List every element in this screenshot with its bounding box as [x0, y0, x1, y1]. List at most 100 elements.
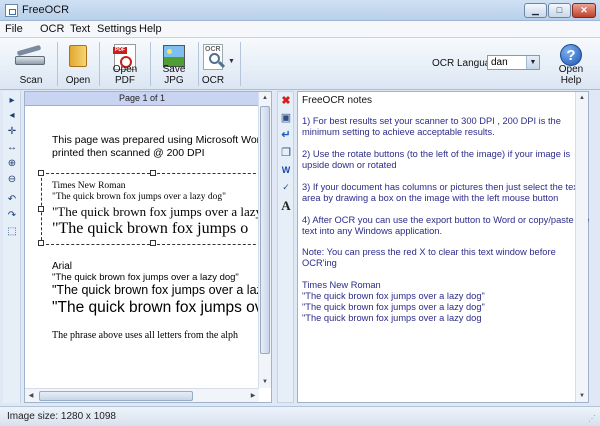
- scan-line: Arial: [52, 261, 73, 272]
- scanned-page[interactable]: This page was prepared using Microsoft W…: [25, 107, 259, 389]
- resize-handle[interactable]: [38, 240, 44, 246]
- resize-handle[interactable]: [150, 240, 156, 246]
- scroll-down-icon[interactable]: ▼: [259, 376, 271, 388]
- ocr-badge: OCR: [205, 46, 221, 53]
- pointer-left-icon[interactable]: ◂: [5, 109, 19, 122]
- resize-handle[interactable]: [150, 170, 156, 176]
- notes-line: area by drawing a box on the image with …: [302, 193, 559, 203]
- menu-file[interactable]: File: [5, 23, 23, 35]
- notes-line: "The quick brown fox jumps over a lazy d…: [302, 313, 482, 323]
- resize-handle[interactable]: [38, 206, 44, 212]
- notes-line: 4) After OCR you can use the export butt…: [302, 215, 590, 225]
- menu-settings[interactable]: Settings: [97, 23, 137, 35]
- scan-line: This page was prepared using Microsoft W…: [52, 134, 259, 146]
- scan-line: The phrase above uses all letters from t…: [52, 330, 239, 341]
- status-bar: Image size: 1280 x 1098 ⋰: [0, 406, 600, 426]
- pointer-right-icon[interactable]: ▸: [5, 94, 19, 107]
- scan-line: "The quick brown fox jumps over a lazy d…: [52, 283, 259, 297]
- move-icon[interactable]: ✛: [5, 125, 19, 138]
- image-tools-panel: ▸ ◂ ✛ ↔ ⊕ ⊖ ↶ ↷ ⬚: [3, 91, 21, 403]
- scroll-down-icon[interactable]: ▼: [576, 390, 588, 402]
- spellcheck-icon[interactable]: ✓: [279, 181, 293, 194]
- zoom-out-icon[interactable]: ⊖: [5, 173, 19, 186]
- scan-line: "The quick brown fox jumps ov: [52, 299, 259, 316]
- pdf-badge: PDF: [113, 47, 127, 54]
- menu-ocr[interactable]: OCR: [40, 23, 64, 35]
- open-help-label: Open Help: [558, 64, 584, 86]
- minimize-button[interactable]: ▁: [524, 3, 547, 18]
- open-pdf-button[interactable]: PDF Open PDF: [102, 41, 148, 87]
- notes-title: FreeOCR notes: [302, 95, 373, 106]
- fit-width-icon[interactable]: ↔: [5, 141, 19, 154]
- save-jpg-label: Save JPG: [162, 64, 186, 86]
- help-icon: ?: [560, 44, 582, 66]
- image-pane[interactable]: Page 1 of 1 This page was prepared using…: [24, 91, 272, 403]
- rotate-left-icon[interactable]: ↶: [5, 193, 19, 206]
- app-icon: [5, 4, 18, 17]
- image-vertical-scrollbar[interactable]: ▲ ▼: [258, 92, 271, 388]
- scan-button[interactable]: Scan: [8, 41, 54, 87]
- scroll-right-icon[interactable]: ▶: [247, 390, 259, 402]
- ocr-button[interactable]: OCR OCR: [200, 41, 226, 87]
- toolbar-separator: [150, 42, 151, 86]
- title-bar: FreeOCR ▁ □ ✕: [0, 0, 600, 21]
- select-area-icon[interactable]: ⬚: [5, 225, 19, 238]
- notes-line: "The quick brown fox jumps over a lazy d…: [302, 302, 485, 312]
- notes-line: 2) Use the rotate buttons (to the left o…: [302, 149, 571, 159]
- maximize-button[interactable]: □: [548, 3, 571, 18]
- notes-line: minimum setting to achieve acceptable re…: [302, 127, 495, 137]
- toolbar-separator: [198, 42, 199, 86]
- scanner-icon: [15, 44, 45, 67]
- selection-box[interactable]: [38, 170, 259, 246]
- notes-line: 1) For best results set your scanner to …: [302, 116, 561, 126]
- scan-line: "The quick brown fox jumps over a lazy d…: [52, 272, 239, 283]
- page-indicator: Page 1 of 1: [25, 92, 259, 106]
- menu-text[interactable]: Text: [70, 23, 90, 35]
- ocr-text-pane[interactable]: FreeOCR notes 1) For best results set yo…: [297, 91, 589, 403]
- scroll-up-icon[interactable]: ▲: [259, 92, 271, 104]
- window-title: FreeOCR: [22, 4, 70, 16]
- clear-text-icon[interactable]: ✖: [279, 95, 293, 108]
- font-icon[interactable]: A: [279, 199, 293, 212]
- close-button[interactable]: ✕: [572, 3, 596, 18]
- notes-line: "The quick brown fox jumps over a lazy d…: [302, 291, 485, 301]
- save-jpg-button[interactable]: Save JPG: [152, 41, 196, 87]
- notes-line: upside down or rotated: [302, 160, 397, 170]
- scroll-thumb[interactable]: [260, 106, 270, 354]
- ocr-language-select[interactable]: dan ▼: [487, 55, 540, 70]
- scroll-thumb[interactable]: [39, 391, 193, 401]
- rotate-right-icon[interactable]: ↷: [5, 209, 19, 222]
- zoom-in-icon[interactable]: ⊕: [5, 157, 19, 170]
- menu-bar: File OCR Text Settings Help: [0, 21, 600, 38]
- notes-line: OCR'ing: [302, 258, 337, 268]
- notes-line: Times New Roman: [302, 280, 381, 290]
- scan-label: Scan: [19, 75, 43, 86]
- copy-icon[interactable]: ❐: [279, 147, 293, 160]
- return-icon[interactable]: ↵: [279, 129, 293, 142]
- menu-help[interactable]: Help: [139, 23, 162, 35]
- resize-grip-icon[interactable]: ⋰: [588, 414, 598, 424]
- open-help-button[interactable]: ? Open Help: [548, 41, 594, 87]
- save-text-icon[interactable]: ▣: [279, 112, 293, 125]
- text-tools-panel: ✖ ▣ ↵ ❐ W ✓ A: [277, 91, 294, 403]
- scan-line: printed then scanned @ 200 DPI: [52, 147, 205, 159]
- ocr-label: OCR: [201, 75, 225, 86]
- scroll-left-icon[interactable]: ◀: [25, 390, 37, 402]
- ocr-magnifier-icon: OCR: [203, 44, 226, 70]
- folder-icon: [69, 43, 87, 69]
- open-label: Open: [65, 75, 91, 86]
- chevron-down-icon[interactable]: ▼: [526, 56, 539, 69]
- word-export-icon[interactable]: W: [279, 164, 293, 177]
- text-vertical-scrollbar[interactable]: ▲ ▼: [575, 92, 588, 402]
- scroll-up-icon[interactable]: ▲: [576, 92, 588, 104]
- ocr-language-value: dan: [491, 57, 508, 68]
- open-button[interactable]: Open: [60, 41, 96, 87]
- resize-handle[interactable]: [38, 170, 44, 176]
- image-horizontal-scrollbar[interactable]: ◀ ▶: [25, 388, 259, 402]
- image-size-status: Image size: 1280 x 1098: [7, 411, 116, 422]
- toolbar-separator: [57, 42, 58, 86]
- notes-line: 3) If your document has columns or pictu…: [302, 182, 581, 192]
- ocr-dropdown-arrow-icon[interactable]: ▼: [228, 58, 235, 65]
- notes-line: Note: You can press the red X to clear t…: [302, 247, 556, 257]
- toolbar-separator: [99, 42, 100, 86]
